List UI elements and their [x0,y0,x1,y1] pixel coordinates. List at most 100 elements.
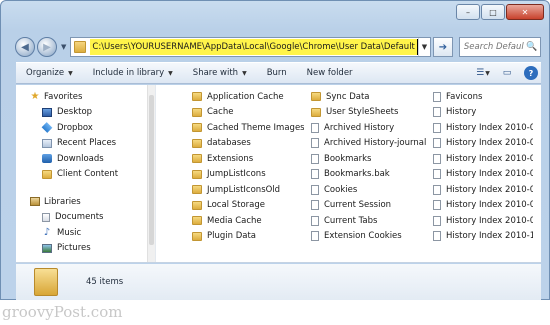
nav-item-music[interactable]: ♪ Music [30,225,155,241]
folder-icon [74,41,87,53]
file-name: History Index 2010-09 [446,200,533,211]
file-name: History Index 2010-06 [446,153,533,164]
include-in-library-menu[interactable]: Include in library ▼ [83,68,183,78]
music-icon: ♪ [43,226,51,238]
organize-menu[interactable]: Organize ▼ [16,68,83,78]
burn-button[interactable]: Burn [257,68,297,78]
folder-icon [192,169,202,179]
file-icon [311,184,319,195]
nav-item-documents[interactable]: Documents [30,210,155,226]
file-icon [433,200,441,211]
minimize-button[interactable]: – [456,4,480,20]
new-folder-label: New folder [306,68,353,78]
file-item[interactable]: Current Session [311,198,426,214]
search-box[interactable]: 🔍 [458,37,541,57]
file-item[interactable]: databases [192,136,304,152]
item-count: 45 items [86,277,124,287]
file-item[interactable]: History Index 2010-08 [433,182,533,198]
file-name: Archived History-journal [324,138,426,149]
nav-item-downloads[interactable]: Downloads [30,151,155,167]
file-item[interactable]: History Index 2010-07 [433,167,533,183]
file-item[interactable]: Cookies [311,182,426,198]
address-bar[interactable]: C:\Users\YOURUSERNAME\AppData\Local\Goog… [70,37,431,57]
explorer-window: – □ ✕ ◀ ▶ ▼ C:\Users\YOURUSERNAME\AppDat… [0,0,550,300]
nav-item-label: Pictures [57,243,91,254]
include-in-library-label: Include in library [92,68,165,78]
folder-icon [192,107,202,117]
file-item[interactable]: Extensions [192,151,304,167]
search-input[interactable] [463,42,524,52]
back-button[interactable]: ◀ [15,37,35,57]
command-bar: Organize ▼ Include in library ▼ Share with… [16,62,541,84]
file-item[interactable]: History [433,105,533,121]
favorites-section: ★ Favorites Desktop Dropbox Recent Place… [16,85,155,182]
file-item[interactable]: User StyleSheets [311,105,426,121]
file-item[interactable]: Local Storage [192,198,304,214]
file-name: History Index 2010-08 [446,184,533,195]
file-name: History Index 2010-10 [446,231,533,242]
file-name: History Index 2010-09 [446,215,533,226]
file-column-2: Sync Data User StyleSheets Archived Histor… [311,89,426,244]
maximize-button[interactable]: □ [481,4,505,20]
file-name: Cache [207,107,234,118]
nav-item-label: Downloads [57,153,104,164]
nav-item-label: Music [57,227,82,238]
forward-button[interactable]: ▶ [37,37,57,57]
file-item[interactable]: Plugin Data [192,229,304,245]
view-controls: ☰ ▼ ▭ ? [469,65,541,81]
file-item[interactable]: Media Cache [192,213,304,229]
file-item[interactable]: Application Cache [192,89,304,105]
nav-item-pictures[interactable]: Pictures [30,241,155,257]
search-icon[interactable]: 🔍 [524,42,540,52]
file-item[interactable]: Cached Theme Images [192,120,304,136]
file-item[interactable]: JumpListIconsOld [192,182,304,198]
star-icon: ★ [30,90,40,102]
change-view-button[interactable]: ☰ ▼ [473,65,493,81]
file-item[interactable]: Sync Data [311,89,426,105]
new-folder-button[interactable]: New folder [297,68,363,78]
file-item[interactable]: History Index 2010-09 [433,213,533,229]
address-path[interactable]: C:\Users\YOURUSERNAME\AppData\Local\Goog… [90,39,418,55]
file-icon [433,184,441,195]
nav-item-client-content[interactable]: Client Content [30,167,155,183]
file-item[interactable]: Cache [192,105,304,121]
file-name: History [446,107,477,118]
favorites-header[interactable]: ★ Favorites [30,89,155,105]
libraries-header[interactable]: Libraries [30,194,155,210]
file-item[interactable]: Favicons [433,89,533,105]
burn-label: Burn [266,68,287,78]
nav-item-recent-places[interactable]: Recent Places [30,136,155,152]
file-name: JumpListIconsOld [207,184,281,195]
recent-pages-dropdown[interactable]: ▼ [61,43,66,51]
preview-pane-button[interactable]: ▭ [497,65,517,81]
file-item[interactable]: History Index 2010-09 [433,198,533,214]
pictures-icon [42,243,52,253]
scrollbar-thumb[interactable] [149,95,154,245]
file-item[interactable]: Archived History [311,120,426,136]
file-item[interactable]: Extension Cookies [311,229,426,245]
nav-item-desktop[interactable]: Desktop [30,105,155,121]
file-item[interactable]: JumpListIcons [192,167,304,183]
file-icon [433,91,441,102]
file-item[interactable]: Current Tabs [311,213,426,229]
file-item[interactable]: History Index 2010-05 [433,136,533,152]
file-item[interactable]: Bookmarks [311,151,426,167]
file-item[interactable]: Bookmarks.bak [311,167,426,183]
file-icon [311,138,319,149]
file-item[interactable]: History Index 2010-10 [433,229,533,245]
help-button[interactable]: ? [521,65,541,81]
close-button[interactable]: ✕ [506,4,544,20]
file-icon [311,169,319,180]
nav-pane-scrollbar[interactable] [147,85,155,262]
go-button[interactable]: ➔ [432,37,453,57]
folder-icon [42,169,52,179]
file-item[interactable]: Archived History-journal [311,136,426,152]
file-item[interactable]: History Index 2010-06 [433,151,533,167]
nav-item-dropbox[interactable]: Dropbox [30,120,155,136]
file-item[interactable]: History Index 2010-03 [433,120,533,136]
address-dropdown[interactable]: ▼ [417,38,430,56]
share-with-menu[interactable]: Share with ▼ [183,68,257,78]
recent-places-icon [42,138,52,148]
file-icon [311,200,319,211]
help-icon: ? [524,66,538,80]
